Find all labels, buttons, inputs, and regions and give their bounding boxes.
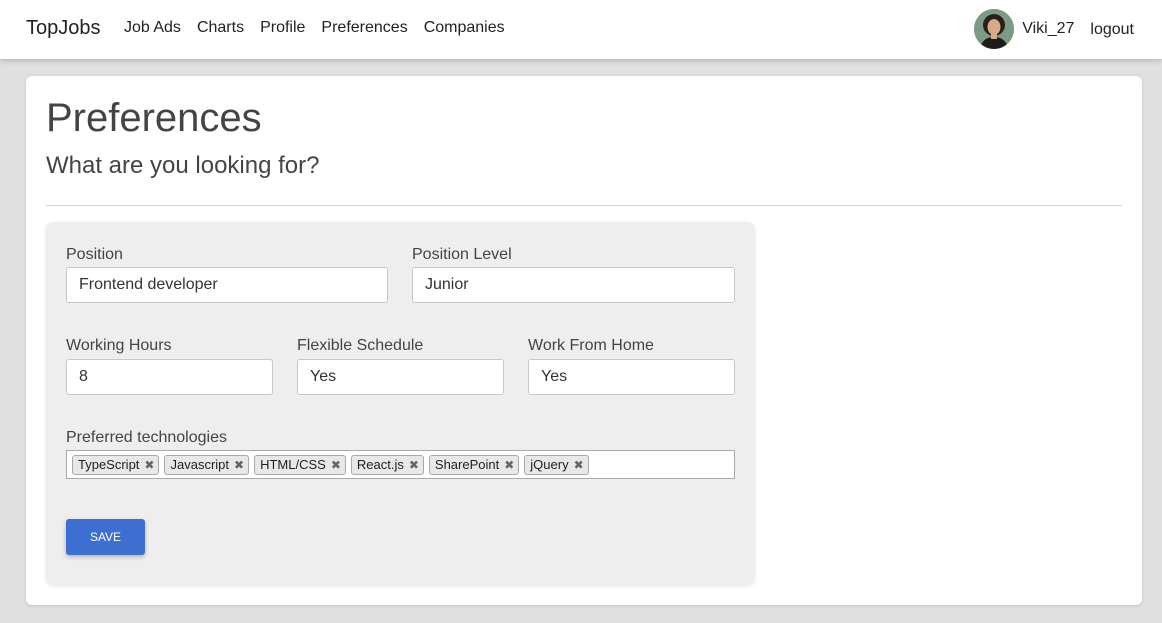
user-area: Viki_27 logout	[974, 9, 1134, 49]
tag-label: SharePoint	[434, 457, 500, 472]
save-button[interactable]: SAVE	[66, 519, 145, 555]
nav-link-profile[interactable]: Profile	[260, 19, 305, 37]
tag-label: jQuery	[530, 457, 569, 472]
position-level-label: Position Level	[412, 246, 512, 263]
avatar[interactable]	[974, 9, 1015, 49]
close-icon[interactable]: ✖	[144, 458, 154, 472]
tag-react: React.js ✖	[350, 454, 424, 475]
tag-javascript: Javascript ✖	[164, 454, 250, 475]
working-hours-input[interactable]	[66, 359, 273, 395]
divider	[46, 205, 1122, 206]
technologies-label: Preferred technologies	[66, 429, 227, 446]
tag-typescript: TypeScript ✖	[72, 454, 160, 475]
nav-links: Job Ads Charts Profile Preferences Compa…	[124, 19, 521, 37]
close-icon[interactable]: ✖	[234, 458, 244, 472]
working-hours-label: Working Hours	[66, 337, 172, 354]
position-level-input[interactable]	[412, 267, 735, 303]
technologies-tag-input[interactable]: TypeScript ✖ Javascript ✖ HTML/CSS ✖ React.…	[66, 450, 774, 479]
tag-label: Javascript	[170, 457, 230, 472]
preferences-card: Preferences What are you looking for? Po…	[26, 76, 1142, 605]
nav-link-preferences[interactable]: Preferences	[321, 19, 407, 37]
tag-label: TypeScript	[78, 457, 140, 472]
brand-logo[interactable]: TopJobs	[26, 17, 101, 40]
tag-jquery: jQuery ✖	[524, 454, 589, 475]
work-from-home-input[interactable]	[528, 359, 735, 395]
close-icon[interactable]: ✖	[331, 458, 341, 472]
position-input[interactable]	[66, 267, 388, 303]
close-icon[interactable]: ✖	[409, 458, 419, 472]
close-icon[interactable]: ✖	[574, 458, 584, 472]
username-link[interactable]: Viki_27	[1022, 20, 1074, 38]
technologies-text-input[interactable]	[593, 452, 774, 477]
flexible-schedule-input[interactable]	[297, 359, 504, 395]
tag-html-css: HTML/CSS ✖	[254, 454, 346, 475]
nav-link-companies[interactable]: Companies	[424, 19, 505, 37]
tag-sharepoint: SharePoint ✖	[428, 454, 520, 475]
page-title: Preferences	[46, 96, 262, 140]
tag-label: React.js	[356, 457, 404, 472]
top-navbar: TopJobs Job Ads Charts Profile Preferenc…	[0, 0, 1162, 59]
position-label: Position	[66, 246, 123, 263]
preferences-form: Position Position Level Working Hours Fl…	[46, 222, 774, 585]
flexible-schedule-label: Flexible Schedule	[297, 337, 424, 354]
nav-link-charts[interactable]: Charts	[197, 19, 244, 37]
nav-link-job-ads[interactable]: Job Ads	[124, 19, 181, 37]
tag-label: HTML/CSS	[260, 457, 326, 472]
user-photo-icon	[974, 9, 1015, 49]
work-from-home-label: Work From Home	[528, 337, 654, 354]
logout-link[interactable]: logout	[1090, 21, 1134, 39]
page-subtitle: What are you looking for?	[46, 152, 320, 179]
close-icon[interactable]: ✖	[504, 458, 514, 472]
